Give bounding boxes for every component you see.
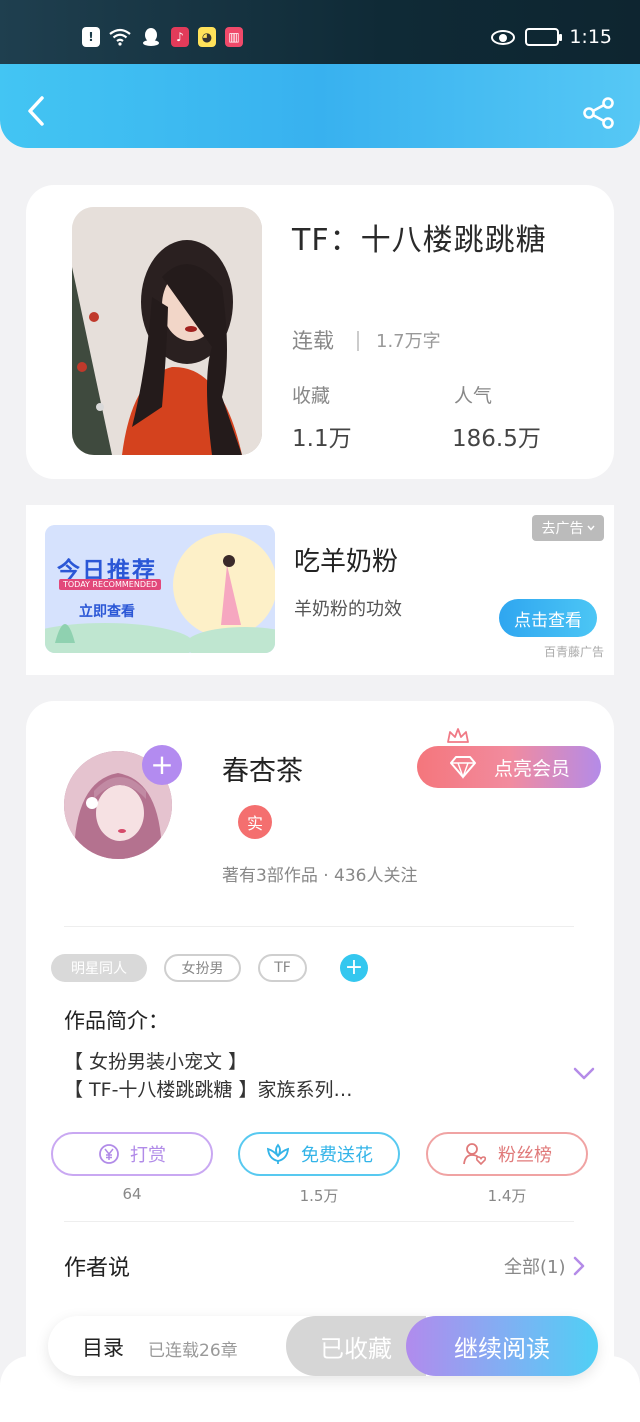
tag-item[interactable]: 女扮男 xyxy=(164,954,241,982)
divider xyxy=(64,1221,574,1222)
ad-cta-button[interactable]: 点击查看 xyxy=(499,599,597,637)
remove-ad-button[interactable]: 去广告 xyxy=(532,515,604,541)
book-cover[interactable] xyxy=(72,207,262,455)
crown-icon xyxy=(447,728,469,743)
chevron-down-icon xyxy=(586,525,595,531)
author-card: + 春杏茶 实 著有3部作品 · 436人关注 点亮会员 明星同人 女扮男 TF… xyxy=(26,701,614,1422)
vip-label: 点亮会员 xyxy=(493,757,570,780)
collected-button[interactable]: 已收藏 xyxy=(286,1316,426,1376)
status-time: 1:15 xyxy=(569,26,612,48)
divider xyxy=(357,331,359,351)
share-icon[interactable] xyxy=(582,96,616,130)
tip-button[interactable]: 打赏 xyxy=(51,1132,213,1176)
battery-icon xyxy=(525,28,563,46)
divider xyxy=(64,926,574,927)
eye-icon xyxy=(491,29,516,45)
tip-count: 64 xyxy=(122,1185,142,1203)
wifi-icon xyxy=(109,27,131,47)
catalog-button[interactable]: 目录 xyxy=(82,1332,124,1362)
popularity-label: 人气 xyxy=(454,385,493,407)
ad-banner-image[interactable]: 今日推荐 TODAY RECOMMENDED 立即查看 xyxy=(45,525,275,653)
bird-app-icon: ◕ xyxy=(198,27,216,47)
ad-title[interactable]: 吃羊奶粉 xyxy=(294,541,398,578)
add-tag-button[interactable]: + xyxy=(340,954,368,982)
flower-label: 免费送花 xyxy=(301,1145,373,1166)
app-header xyxy=(0,64,640,148)
bottom-action-bar: 目录 已连载26章 已收藏 继续阅读 xyxy=(48,1316,598,1376)
author-meta: 著有3部作品 · 436人关注 xyxy=(222,866,418,886)
chevron-right-icon[interactable] xyxy=(572,1255,586,1277)
fans-count: 1.4万 xyxy=(487,1187,527,1205)
coin-yen-icon xyxy=(99,1144,119,1164)
activate-vip-button[interactable]: 点亮会员 xyxy=(417,746,601,788)
user-heart-icon xyxy=(463,1143,487,1166)
chapter-count: 已连载26章 xyxy=(148,1341,238,1361)
status-bar: ! ♪ ◕ ▥ 1:15 xyxy=(0,0,640,64)
ad-banner-subtitle: TODAY RECOMMENDED xyxy=(59,579,162,590)
author-says-all-link[interactable]: 全部(1) xyxy=(504,1253,566,1279)
back-arrow-icon[interactable] xyxy=(24,94,50,128)
serial-status: 连载 xyxy=(292,329,334,353)
tip-label: 打赏 xyxy=(130,1145,166,1166)
book-app-icon: ▥ xyxy=(225,27,243,47)
remove-ad-label: 去广告 xyxy=(541,521,584,537)
book-info-card: TF：十八楼跳跳糖 连载 1.7万字 收藏 1.1万 人气 186.5万 xyxy=(26,185,614,479)
tag-item[interactable]: TF xyxy=(258,954,307,982)
ad-banner-button: 立即查看 xyxy=(79,604,135,620)
diamond-icon xyxy=(449,756,476,779)
tag-item[interactable]: 明星同人 xyxy=(51,954,147,982)
notification-icons: ! ♪ ◕ ▥ xyxy=(82,27,243,47)
music-app-icon: ♪ xyxy=(171,27,189,47)
alert-icon: ! xyxy=(82,27,100,47)
author-says-title: 作者说 xyxy=(64,1256,131,1281)
ad-source: 百青藤广告 xyxy=(543,645,604,659)
popularity-value: 186.5万 xyxy=(452,426,541,452)
ad-subtitle: 羊奶粉的功效 xyxy=(294,599,402,620)
expand-chevron-icon[interactable] xyxy=(572,1066,596,1082)
continue-reading-button[interactable]: 继续阅读 xyxy=(406,1316,598,1376)
status-right: 1:15 xyxy=(491,26,612,48)
favorites-label: 收藏 xyxy=(292,385,331,407)
author-name[interactable]: 春杏茶 xyxy=(222,749,303,788)
intro-line: 【 女扮男装小宠文 】 xyxy=(64,1051,248,1073)
flower-count: 1.5万 xyxy=(299,1187,339,1205)
verified-badge: 实 xyxy=(238,805,272,839)
intro-title: 作品简介： xyxy=(64,1009,169,1033)
fans-ranking-button[interactable]: 粉丝榜 xyxy=(426,1132,588,1176)
flower-icon xyxy=(266,1143,290,1164)
fans-label: 粉丝榜 xyxy=(498,1145,552,1166)
book-title: TF：十八楼跳跳糖 xyxy=(292,223,547,258)
send-flower-button[interactable]: 免费送花 xyxy=(238,1132,400,1176)
intro-line: 【 TF-十八楼跳跳糖 】家族系列… xyxy=(64,1079,353,1101)
word-count: 1.7万字 xyxy=(376,331,441,352)
qq-icon xyxy=(140,27,162,47)
ad-block[interactable]: 今日推荐 TODAY RECOMMENDED 立即查看 吃羊奶粉 羊奶粉的功效 … xyxy=(26,505,614,675)
follow-add-button[interactable]: + xyxy=(142,745,182,785)
favorites-value: 1.1万 xyxy=(292,426,352,452)
